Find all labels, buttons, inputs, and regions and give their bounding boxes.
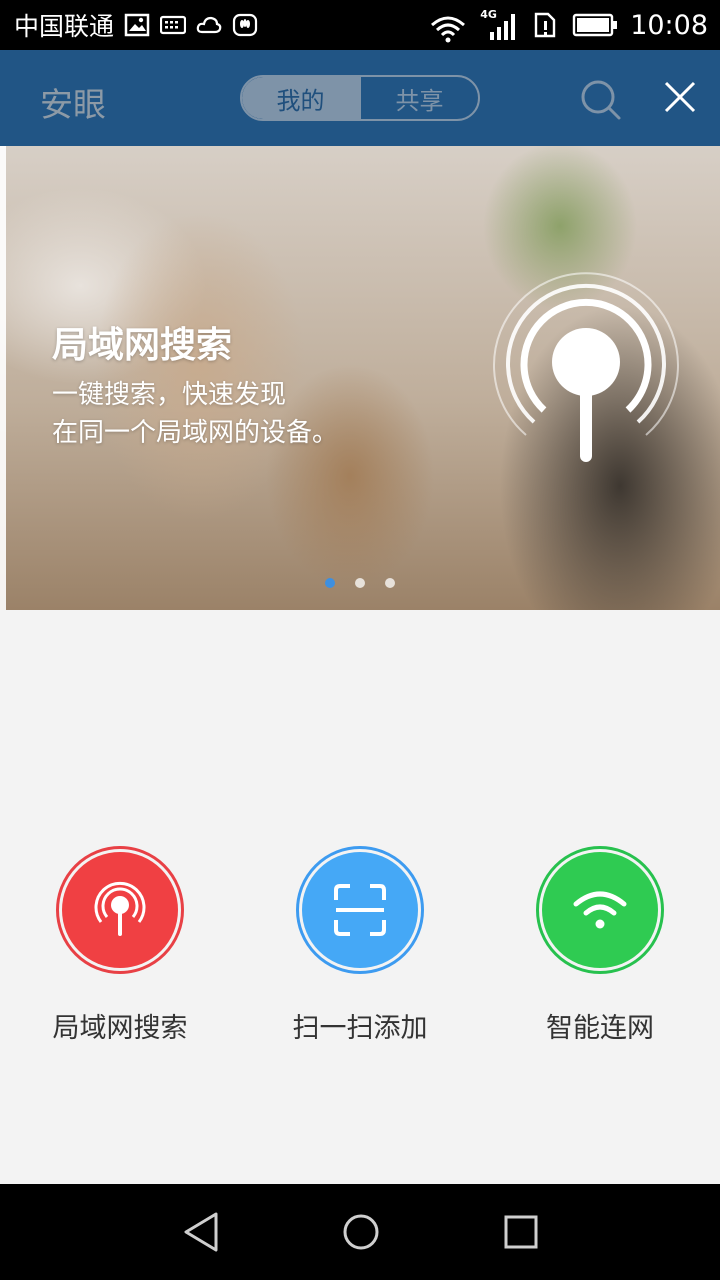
- wifi-icon: [573, 891, 627, 929]
- home-button[interactable]: [339, 1210, 383, 1254]
- close-button[interactable]: [660, 77, 704, 121]
- banner-edge: [0, 146, 6, 610]
- scan-add-label: 扫一扫添加: [292, 1013, 428, 1044]
- navigation-bar: [0, 1184, 720, 1280]
- lan-search-button[interactable]: [56, 846, 184, 974]
- close-icon: [664, 81, 696, 113]
- scan-add-button[interactable]: [296, 846, 424, 974]
- back-button[interactable]: [178, 1210, 222, 1254]
- status-right: 4G 10:08: [428, 8, 708, 43]
- lan-search-label: 局域网搜索: [52, 1013, 188, 1044]
- lan-search-action[interactable]: 局域网搜索: [0, 846, 240, 1045]
- scan-add-action[interactable]: 扫一扫添加: [240, 846, 480, 1045]
- carousel-dot[interactable]: [385, 578, 395, 588]
- banner-subtitle-line2: 在同一个局域网的设备。: [52, 418, 339, 448]
- clock: 10:08: [630, 9, 708, 41]
- app-title: 安眼: [40, 85, 106, 124]
- huawei-icon: [232, 13, 258, 37]
- keyboard-icon: [160, 13, 187, 37]
- carousel-dot[interactable]: [325, 578, 335, 588]
- carousel-dot[interactable]: [355, 578, 365, 588]
- sim-alert-icon: [532, 11, 560, 39]
- scan-icon: [334, 884, 386, 936]
- banner-subtitle-line1: 一键搜索，快速发现: [52, 380, 287, 410]
- recents-icon: [504, 1215, 538, 1249]
- tab-mine[interactable]: 我的: [242, 77, 359, 119]
- smart-connect-action[interactable]: 智能连网: [480, 846, 720, 1045]
- search-icon: [581, 80, 621, 120]
- carousel-dots: [0, 578, 720, 592]
- recents-button[interactable]: [499, 1210, 543, 1254]
- tab-switcher: 我的 共享: [240, 75, 480, 121]
- wifi-icon: [428, 13, 468, 43]
- banner-title: 局域网搜索: [52, 325, 233, 366]
- status-bar: 中国联通 4G 10:08: [0, 0, 720, 50]
- image-icon: [124, 13, 150, 37]
- status-left: 中国联通: [14, 8, 258, 42]
- app-bar: 安眼 我的 共享: [0, 50, 720, 146]
- smart-connect-button[interactable]: [536, 846, 664, 974]
- cloud-icon: [196, 13, 222, 37]
- promo-banner[interactable]: 局域网搜索 一键搜索，快速发现 在同一个局域网的设备。: [0, 146, 720, 610]
- tab-shared[interactable]: 共享: [361, 77, 478, 119]
- home-icon: [343, 1214, 379, 1250]
- broadcast-icon: [94, 881, 146, 936]
- back-icon: [184, 1212, 218, 1252]
- search-button[interactable]: [578, 77, 622, 121]
- battery-icon: [572, 12, 618, 38]
- broadcast-icon: [493, 272, 679, 462]
- signal-icon: 4G: [480, 8, 520, 42]
- smart-connect-label: 智能连网: [546, 1013, 654, 1044]
- carrier-label: 中国联通: [14, 12, 115, 41]
